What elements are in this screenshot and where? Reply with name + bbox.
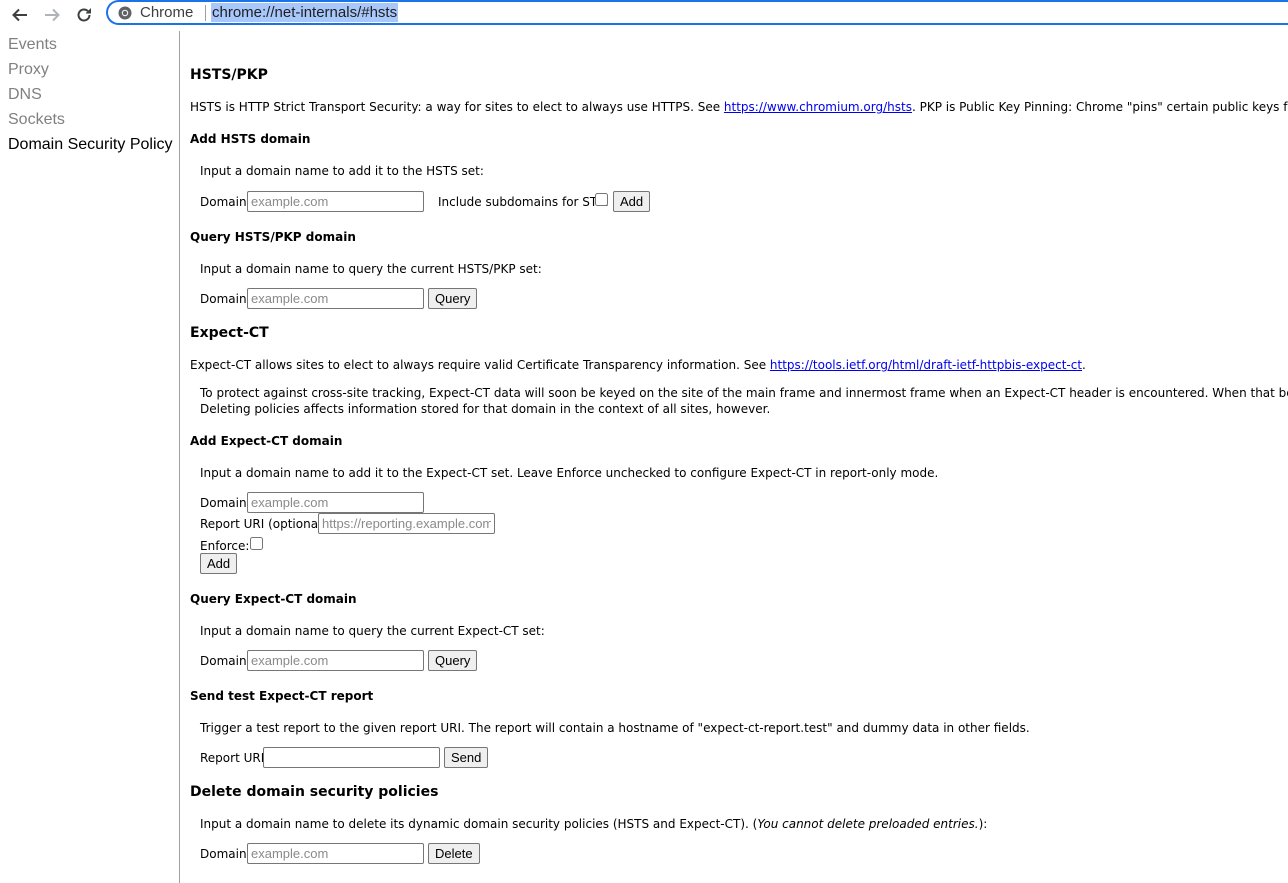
add-hsts-title: Add HSTS domain bbox=[190, 132, 311, 146]
query-expect-ct-domain-input[interactable] bbox=[247, 650, 424, 671]
add-expect-ct-domain-input[interactable] bbox=[247, 492, 424, 513]
delete-policies-title: Delete domain security policies bbox=[190, 784, 439, 800]
reload-icon bbox=[77, 8, 91, 22]
expect-ct-description: Expect-CT allows sites to elect to alway… bbox=[190, 358, 1086, 373]
delete-button[interactable]: Delete bbox=[428, 843, 480, 864]
sidebar-item-domain-security-policy[interactable]: Domain Security Policy bbox=[8, 135, 173, 155]
add-expect-ct-button[interactable]: Add bbox=[200, 553, 238, 574]
sidebar-item-proxy[interactable]: Proxy bbox=[8, 60, 49, 80]
hsts-desc-text-2: . PKP is Public Key Pinning: Chrome "pin… bbox=[911, 100, 1288, 114]
sidebar-item-sockets[interactable]: Sockets bbox=[8, 110, 65, 130]
sidebar-item-events[interactable]: Events bbox=[8, 35, 57, 55]
omnibox-separator bbox=[205, 5, 206, 21]
query-hsts-domain-input[interactable] bbox=[247, 288, 424, 309]
url-text[interactable]: chrome://net-internals/#hsts bbox=[211, 3, 399, 22]
report-uri-optional-label: Report URI (optional): bbox=[200, 517, 331, 531]
sidebar-item-dns[interactable]: DNS bbox=[8, 85, 42, 105]
hsts-description: HSTS is HTTP Strict Transport Security: … bbox=[190, 100, 1288, 115]
address-bar[interactable]: Chrome chrome://net-internals/#hsts bbox=[106, 0, 1288, 25]
test-report-uri-input[interactable] bbox=[263, 747, 440, 768]
add-expect-ct-report-uri-input[interactable] bbox=[318, 513, 495, 534]
chrome-label: Chrome bbox=[140, 4, 194, 21]
expect-ct-title: Expect-CT bbox=[190, 325, 269, 341]
test-report-title: Send test Expect-CT report bbox=[190, 689, 374, 703]
delete-domain-input[interactable] bbox=[247, 843, 424, 864]
expect-ct-note-line2: Deleting policies affects information st… bbox=[200, 402, 771, 416]
add-hsts-button[interactable]: Add bbox=[613, 191, 651, 212]
delete-instructions-italic: You cannot delete preloaded entries. bbox=[757, 817, 979, 831]
add-expect-ct-title: Add Expect-CT domain bbox=[190, 434, 343, 448]
query-hsts-button[interactable]: Query bbox=[428, 288, 478, 309]
back-button[interactable] bbox=[7, 2, 33, 28]
enforce-label: Enforce: bbox=[200, 539, 250, 553]
enforce-checkbox[interactable] bbox=[250, 537, 263, 550]
expect-ct-note-line1: To protect against cross-site tracking, … bbox=[200, 386, 1288, 400]
query-hsts-title: Query HSTS/PKP domain bbox=[190, 230, 356, 244]
chrome-logo-icon bbox=[118, 6, 132, 20]
browser-toolbar: Chrome chrome://net-internals/#hsts bbox=[0, 0, 1288, 31]
hsts-desc-text: HSTS is HTTP Strict Transport Security: … bbox=[190, 100, 724, 114]
include-subdomains-checkbox[interactable] bbox=[595, 193, 608, 206]
test-report-instructions: Trigger a test report to the given repor… bbox=[200, 721, 1030, 735]
arrow-right-icon bbox=[45, 8, 60, 22]
query-expect-ct-title: Query Expect-CT domain bbox=[190, 592, 357, 606]
sidebar: Events Proxy DNS Sockets Domain Security… bbox=[0, 31, 180, 883]
reload-button[interactable] bbox=[71, 2, 97, 28]
include-subdomains-label: Include subdomains for STS: bbox=[438, 195, 609, 209]
hsts-title: HSTS/PKP bbox=[190, 67, 268, 83]
delete-instructions-text-2: ): bbox=[978, 817, 988, 831]
query-expect-ct-instructions: Input a domain name to query the current… bbox=[200, 624, 545, 638]
arrow-left-icon bbox=[12, 8, 27, 22]
test-report-uri-label: Report URI: bbox=[200, 751, 269, 765]
query-expect-ct-button[interactable]: Query bbox=[428, 650, 478, 671]
delete-instructions-text: Input a domain name to delete its dynami… bbox=[200, 817, 758, 831]
query-expect-ct-domain-label: Domain: bbox=[200, 654, 251, 668]
add-hsts-domain-label: Domain: bbox=[200, 195, 251, 209]
query-hsts-domain-label: Domain: bbox=[200, 292, 251, 306]
main-content: HSTS/PKP HSTS is HTTP Strict Transport S… bbox=[190, 31, 1288, 883]
delete-policies-instructions: Input a domain name to delete its dynami… bbox=[200, 817, 987, 832]
add-expect-ct-domain-label: Domain: bbox=[200, 496, 251, 510]
send-test-report-button[interactable]: Send bbox=[444, 747, 489, 768]
expect-ct-link[interactable]: https://tools.ietf.org/html/draft-ietf-h… bbox=[770, 358, 1082, 372]
expect-ct-desc-text: Expect-CT allows sites to elect to alway… bbox=[190, 358, 770, 372]
expect-ct-desc-text-2: . bbox=[1082, 358, 1086, 372]
delete-domain-label: Domain: bbox=[200, 847, 251, 861]
add-hsts-instructions: Input a domain name to add it to the HST… bbox=[200, 164, 484, 178]
hsts-link[interactable]: https://www.chromium.org/hsts bbox=[724, 100, 912, 114]
query-hsts-instructions: Input a domain name to query the current… bbox=[200, 262, 542, 276]
forward-button[interactable] bbox=[39, 2, 65, 28]
add-expect-ct-instructions: Input a domain name to add it to the Exp… bbox=[200, 466, 939, 480]
add-hsts-domain-input[interactable] bbox=[247, 191, 424, 212]
